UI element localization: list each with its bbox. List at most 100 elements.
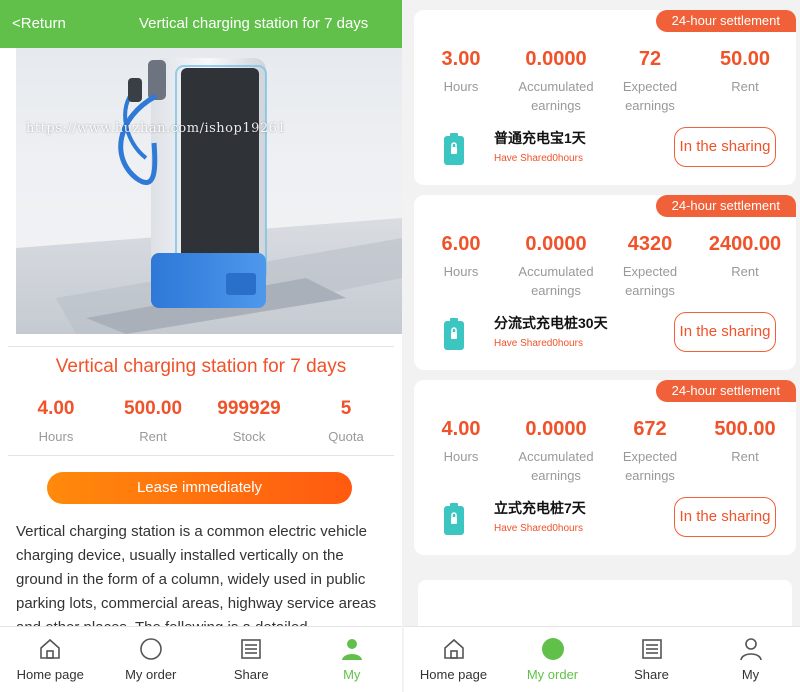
card-stat-hours: 6.00 Hours (426, 233, 496, 281)
list-icon (241, 639, 262, 659)
lease-button[interactable]: Lease immediately (47, 472, 352, 504)
tab-home[interactable]: Home page (404, 627, 503, 692)
product-image: https://www.huzhan.com/ishop19261 (16, 48, 402, 334)
stat-value: 0.0000 (525, 233, 587, 255)
sharing-card: 24-hour settlement 3.00 Hours 0.0000 Accum… (414, 10, 796, 185)
app-stage: <Return Vertical charging station for 7 … (0, 0, 800, 692)
stat-value: 500.00 (123, 398, 183, 419)
shared-hours: Have Shared0hours (494, 523, 583, 534)
home-icon (443, 638, 464, 659)
product-detail-page: <Return Vertical charging station for 7 … (0, 0, 402, 692)
tab-label: Share (233, 667, 269, 682)
bottom-tab-bar: Home page My order Share My (404, 626, 800, 692)
tab-label: Home page (16, 667, 84, 682)
sharing-card: 24-hour settlement 4.00 Hours 0.0000 Accum… (414, 380, 796, 555)
card-stat-rent: 500.00 Rent (700, 418, 790, 466)
in-sharing-button[interactable]: In the sharing (674, 312, 776, 352)
settlement-badge: 24-hour settlement (655, 380, 796, 402)
stat-label: Hours (38, 429, 74, 444)
device-name: 立式充电桩7天 (494, 500, 586, 516)
stat-label: Hours (443, 264, 479, 279)
tab-my-order[interactable]: My order (503, 627, 602, 692)
tab-my[interactable]: My (701, 627, 800, 692)
shared-hours: Have Shared0hours (494, 338, 583, 349)
battery-icon (444, 133, 464, 165)
stat-rent: 500.00 Rent (108, 398, 198, 444)
stat-label: Expected earnings (622, 79, 678, 113)
image-watermark: https://www.huzhan.com/ishop19261 (26, 121, 287, 136)
tab-label: My (741, 667, 760, 682)
tab-my-order[interactable]: My order (101, 627, 202, 692)
tab-share[interactable]: Share (201, 627, 302, 692)
card-stat-expected: 4320 Expected earnings (610, 233, 690, 300)
sharing-card: 24-hour settlement 6.00 Hours 0.0000 Accum… (414, 195, 796, 370)
tab-label: My (343, 667, 361, 682)
tab-home[interactable]: Home page (0, 627, 101, 692)
card-stat-rent: 2400.00 Rent (700, 233, 790, 281)
device-name: 分流式充电桩30天 (494, 315, 608, 331)
card-stat-rent: 50.00 Rent (700, 48, 790, 96)
stat-label: Hours (443, 449, 479, 464)
tab-share[interactable]: Share (602, 627, 701, 692)
card-stat-hours: 3.00 Hours (426, 48, 496, 96)
battery-icon (444, 318, 464, 350)
stat-label: Stock (232, 429, 266, 444)
user-icon (739, 638, 762, 661)
stat-value: 500.00 (714, 418, 776, 440)
stat-value: 6.00 (441, 233, 481, 255)
stat-value: 50.00 (719, 48, 771, 70)
settlement-badge: 24-hour settlement (655, 10, 796, 32)
stat-label: Hours (443, 79, 479, 94)
tab-label: Home page (419, 667, 488, 682)
stat-label: Accumulated earnings (518, 264, 594, 298)
settlement-badge: 24-hour settlement (655, 195, 796, 217)
stat-value: 0.0000 (525, 48, 587, 70)
header-bar: <Return Vertical charging station for 7 … (0, 0, 402, 48)
stat-label: Rent (139, 429, 167, 444)
charging-station-illustration (16, 58, 402, 334)
back-button[interactable]: <Return (12, 15, 66, 32)
stat-value: 3.00 (441, 48, 481, 70)
stat-label: Expected earnings (622, 264, 678, 298)
tab-label: My order (526, 667, 579, 682)
card-stat-expected: 72 Expected earnings (610, 48, 690, 115)
stat-label: Quota (328, 429, 364, 444)
stat-value: 4320 (627, 233, 673, 255)
list-icon (641, 639, 662, 659)
card-stat-earnings: 0.0000 Accumulated earnings (511, 48, 601, 115)
stat-hours: 4.00 Hours (11, 398, 101, 444)
sharing-list-page: 24-hour settlement 3.00 Hours 0.0000 Accum… (404, 0, 800, 692)
in-sharing-button[interactable]: In the sharing (674, 497, 776, 537)
tab-label: My order (125, 667, 177, 682)
stat-label: Rent (731, 449, 759, 464)
user-icon (341, 639, 362, 660)
product-description: Vertical charging station is a common el… (16, 523, 377, 636)
stat-value: 672 (633, 418, 667, 440)
card-stat-earnings: 0.0000 Accumulated earnings (511, 233, 601, 300)
shared-hours: Have Shared0hours (494, 153, 583, 164)
stat-value: 5 (340, 398, 352, 419)
stat-label: Rent (731, 264, 759, 279)
stat-stock: 999929 Stock (204, 398, 294, 444)
circle-icon (139, 638, 162, 660)
card-stat-earnings: 0.0000 Accumulated earnings (511, 418, 601, 485)
tab-my[interactable]: My (302, 627, 403, 692)
card-stat-hours: 4.00 Hours (426, 418, 496, 466)
divider (8, 455, 394, 456)
battery-icon (444, 503, 464, 535)
tab-label: Share (634, 667, 669, 682)
in-sharing-button[interactable]: In the sharing (674, 127, 776, 167)
card-stat-expected: 672 Expected earnings (610, 418, 690, 485)
stat-label: Accumulated earnings (518, 79, 594, 113)
page-title: Vertical charging station for 7 days (139, 15, 369, 32)
stat-value: 4.00 (441, 418, 481, 440)
stat-label: Expected earnings (622, 449, 678, 483)
stat-value: 4.00 (37, 398, 75, 419)
stat-value: 0.0000 (525, 418, 587, 440)
product-title: Vertical charging station for 7 days (55, 356, 347, 377)
circle-icon (541, 638, 564, 660)
device-name: 普通充电宝1天 (494, 130, 586, 146)
stat-value: 2400.00 (708, 233, 782, 255)
bottom-tab-bar: Home page My order Share My (0, 626, 402, 692)
stat-label: Rent (731, 79, 759, 94)
